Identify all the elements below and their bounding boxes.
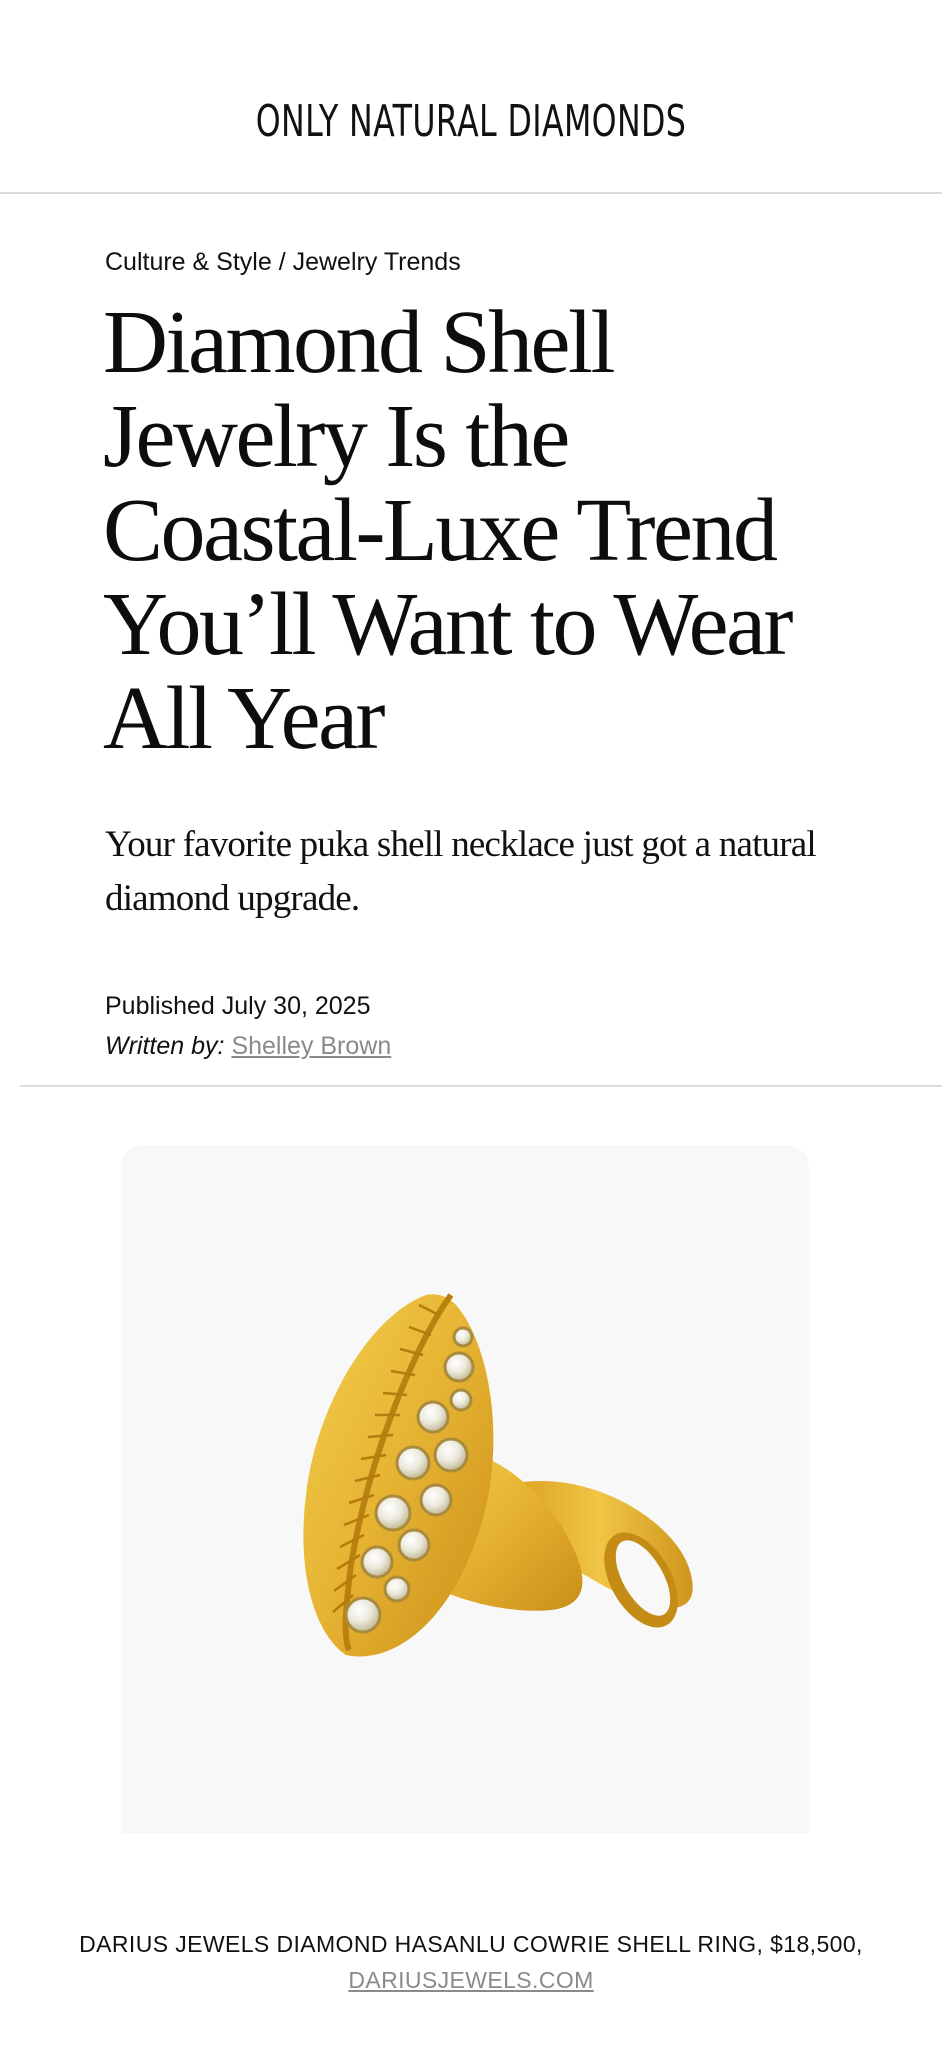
byline: Written by: Shelley Brown <box>105 1026 391 1066</box>
hero-image <box>121 1145 809 1833</box>
article-meta: Published July 30, 2025 Written by: Shel… <box>105 986 391 1066</box>
published-label: Published <box>105 992 215 1020</box>
caption-link[interactable]: DARIUSJEWELS.COM <box>348 1967 593 1993</box>
site-logo[interactable]: ONLY NATURAL DIAMONDS <box>132 96 810 147</box>
image-caption: DARIUS JEWELS DIAMOND HASANLU COWRIE SHE… <box>60 1926 882 1998</box>
article-subtitle: Your favorite puka shell necklace just g… <box>105 824 817 919</box>
site-header: ONLY NATURAL DIAMONDS <box>0 0 942 194</box>
author-link[interactable]: Shelley Brown <box>231 1032 391 1060</box>
written-by-label: Written by: <box>105 1032 225 1060</box>
cowrie-ring-illustration <box>303 1293 693 1657</box>
breadcrumb-section-link[interactable]: Culture & Style <box>105 248 272 276</box>
breadcrumb: Culture & Style / Jewelry Trends <box>105 248 461 277</box>
section-divider <box>20 1085 942 1087</box>
publish-line: Published July 30, 2025 <box>105 986 391 1026</box>
breadcrumb-category-link[interactable]: Jewelry Trends <box>293 248 461 276</box>
article-title: Diamond Shell Jewelry Is the Coastal-Lux… <box>103 293 794 768</box>
breadcrumb-separator: / <box>271 248 293 276</box>
caption-text: DARIUS JEWELS DIAMOND HASANLU COWRIE SHE… <box>79 1931 863 1957</box>
published-date: July 30, 2025 <box>221 992 371 1020</box>
